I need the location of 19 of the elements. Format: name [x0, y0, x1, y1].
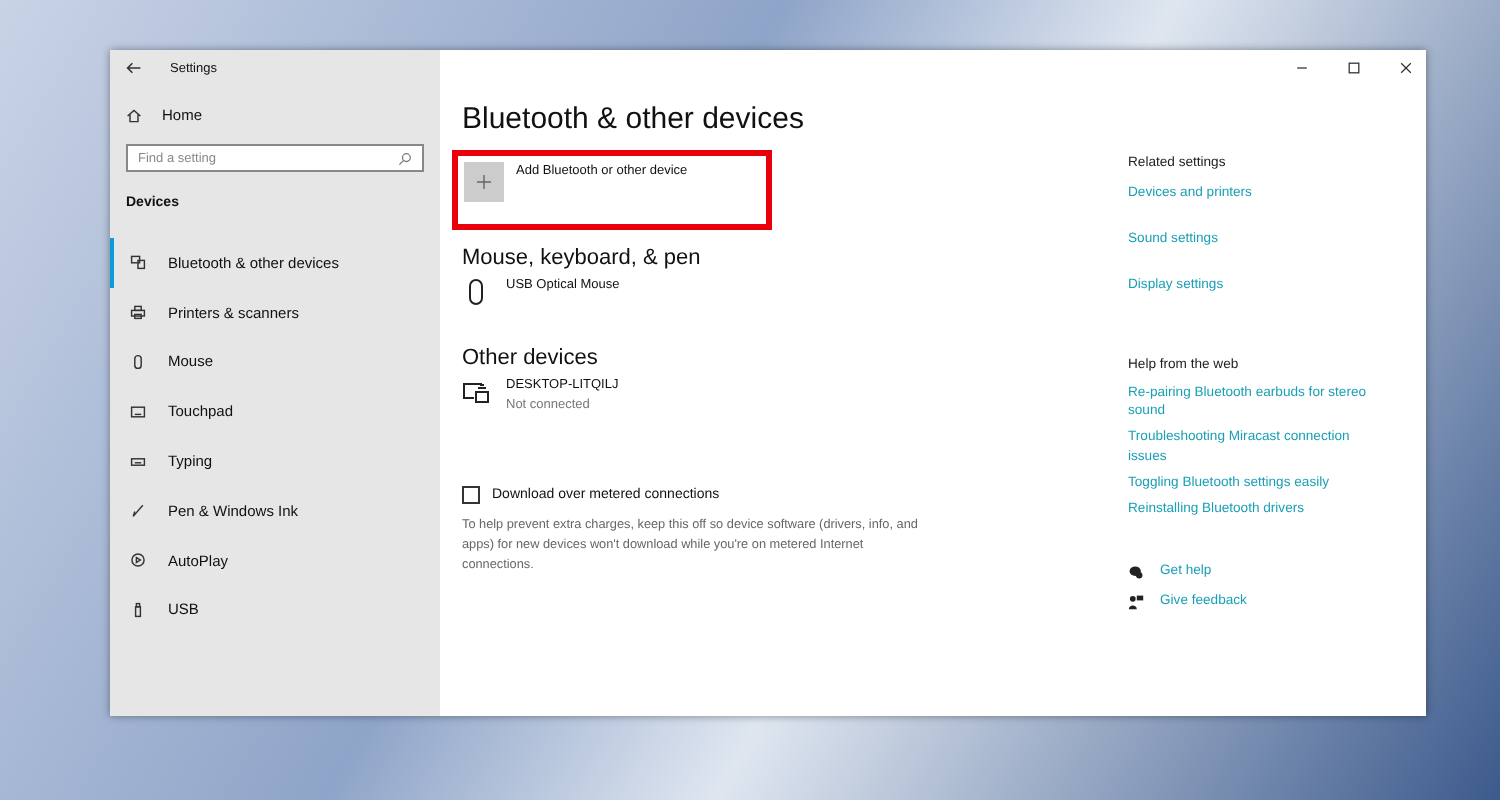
pen-icon: [130, 502, 146, 519]
printer-icon: [130, 304, 146, 321]
home-icon: [126, 107, 142, 123]
group-heading: Other devices: [462, 346, 600, 370]
page-title: Bluetooth & other devices: [462, 102, 806, 136]
group-heading: Mouse, keyboard, & pen: [462, 246, 703, 270]
usb-icon: [130, 601, 146, 618]
maximize-icon[interactable]: [1346, 60, 1362, 76]
search-icon: [398, 152, 412, 166]
keyboard-icon: [130, 453, 146, 470]
person-icon: [1128, 594, 1144, 611]
speech-bubble-icon: [1128, 563, 1144, 580]
mouse-icon: [130, 353, 146, 370]
checkbox[interactable]: [462, 486, 480, 504]
back-arrow-icon[interactable]: [126, 60, 142, 76]
plus-icon: [464, 162, 504, 202]
touchpad-icon: [130, 403, 146, 420]
monitor-icon: [462, 378, 490, 406]
close-icon[interactable]: [1398, 60, 1414, 76]
